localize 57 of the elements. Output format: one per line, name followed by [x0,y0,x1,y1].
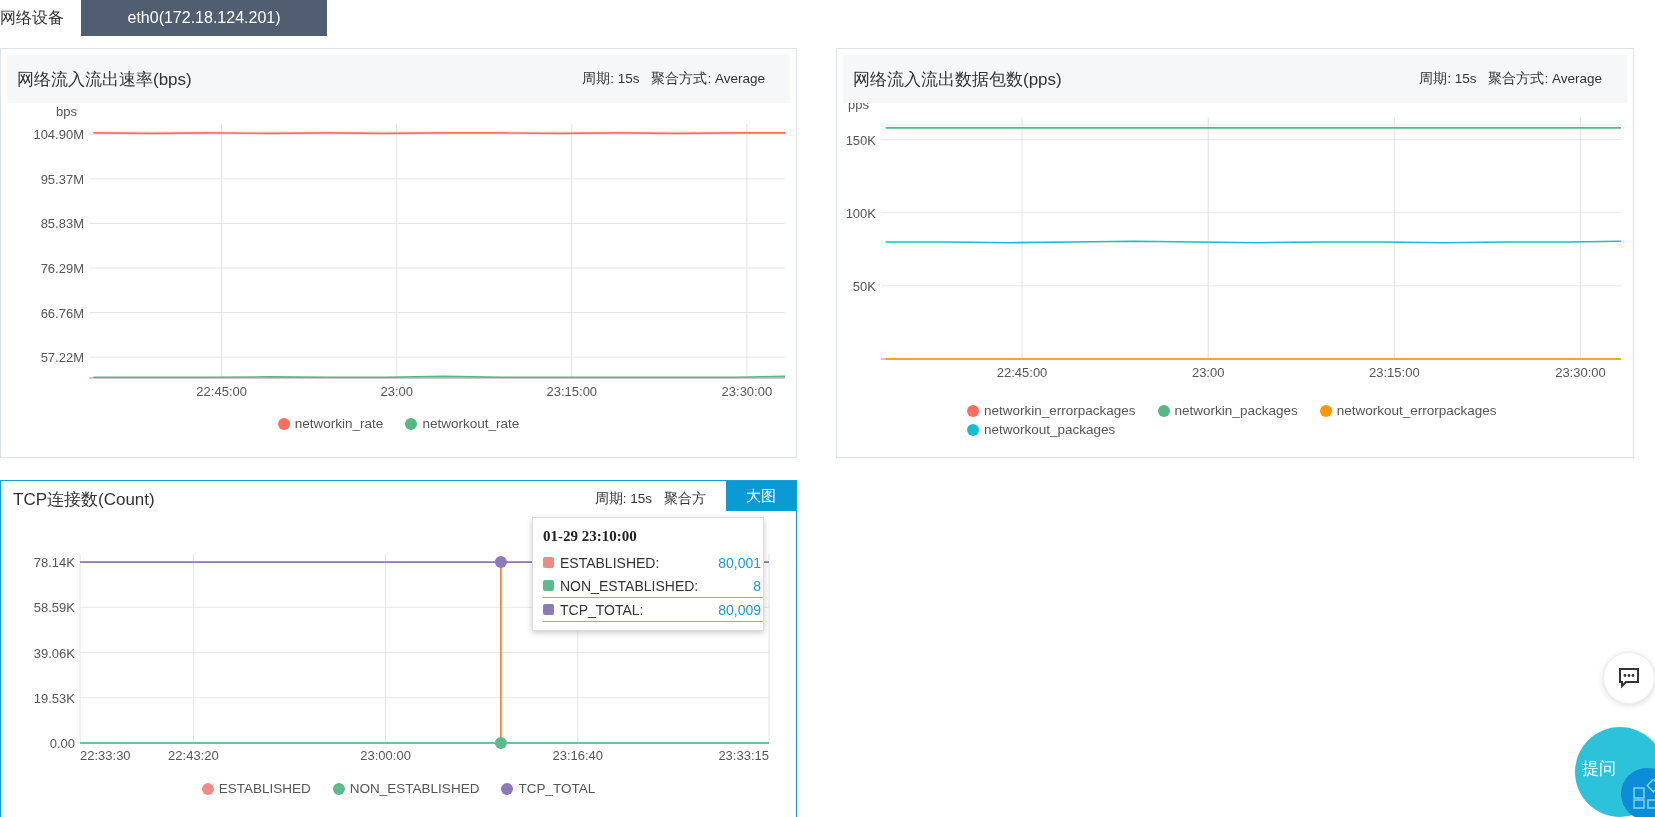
tooltip-label: ESTABLISHED: [560,554,661,571]
aggregation-label: 聚合方 [664,490,706,508]
axis-unit-label: bps [56,104,77,119]
aggregation-label: 聚合方式: Average [651,70,765,88]
axis-tick-label: 23:00 [1191,365,1225,380]
legend-label: ESTABLISHED [218,781,311,796]
axis-tick-label: 22:45:00 [996,365,1048,380]
axis-tick-label: 23:30:00 [721,384,773,399]
period-label: 周期: 15s [1419,70,1477,88]
axis-tick-label: 23:33:15 [718,748,769,763]
axis-tick-label: 23:15:00 [1369,365,1420,380]
legend-item[interactable]: TCP_TOTAL [501,781,596,796]
tooltip-label: TCP_TOTAL: [560,601,645,618]
tooltip-label: NON_ESTABLISHED: [560,577,700,594]
axis-tick-label: 150K [845,132,876,148]
tooltip-title: 01-29 23:10:00 [543,528,638,545]
axis-tick-label: 23:30:00 [1555,365,1606,380]
axis-tick-label: 23:16:40 [552,748,604,763]
chart-title: 网络流入流出数据包数(pps) [853,68,1062,91]
data-point-marker [494,737,507,749]
axis-tick-label: 57.22M [40,350,84,366]
chat-button[interactable] [1603,652,1655,704]
legend-label: networkin_rate [294,416,384,431]
chat-icon [1618,667,1640,689]
legend-item[interactable]: networkin_rate [277,416,384,431]
axis-tick-label: 100K [845,205,876,221]
device-label: 网络设备 [0,7,65,28]
axis-tick-label: 39.06K [33,645,75,661]
axis-tick-label: 23:15:00 [546,384,598,399]
axis-tick-label: 78.14K [33,555,75,570]
tooltip-value: 80,001 [718,554,761,571]
axis-tick-label: 58.59K [33,600,75,616]
axis-tick-label: 76.29M [40,261,84,277]
axis-tick-label: 85.83M [40,216,84,232]
device-tab[interactable]: eth0(172.18.124.201) [81,0,327,36]
chart-title: TCP连接数(Count) [13,488,155,511]
axis-tick-label: 22:43:20 [168,748,219,763]
axis-tick-label: 95.37M [40,171,84,187]
legend-item[interactable]: ESTABLISHED [201,781,311,796]
apps-icon [1632,779,1655,809]
data-point-marker [494,556,507,569]
axis-tick-label: 22:45:00 [196,384,247,399]
axis-tick-label: 104.90M [33,127,84,143]
axis-tick-label: 23:00 [380,384,413,399]
tooltip-value: 8 [753,577,761,594]
period-label: 周期: 15s [582,70,640,88]
axis-tick-label: 0.00 [49,736,75,751]
axis-tick-label: 23:00:00 [360,748,411,763]
axis-tick-label: 66.76M [40,305,84,321]
legend-label: TCP_TOTAL [518,781,596,796]
axis-tick-label: 50K [852,278,876,294]
aggregation-label: 聚合方式: Average [1488,70,1602,88]
axis-tick-label: 22:33:30 [80,748,131,763]
period-label: 周期: 15s [594,490,652,508]
axis-tick-label: 19.53K [33,690,75,706]
chart-title: 网络流入流出速率(bps) [17,68,192,91]
tooltip-value: 80,009 [718,601,761,618]
